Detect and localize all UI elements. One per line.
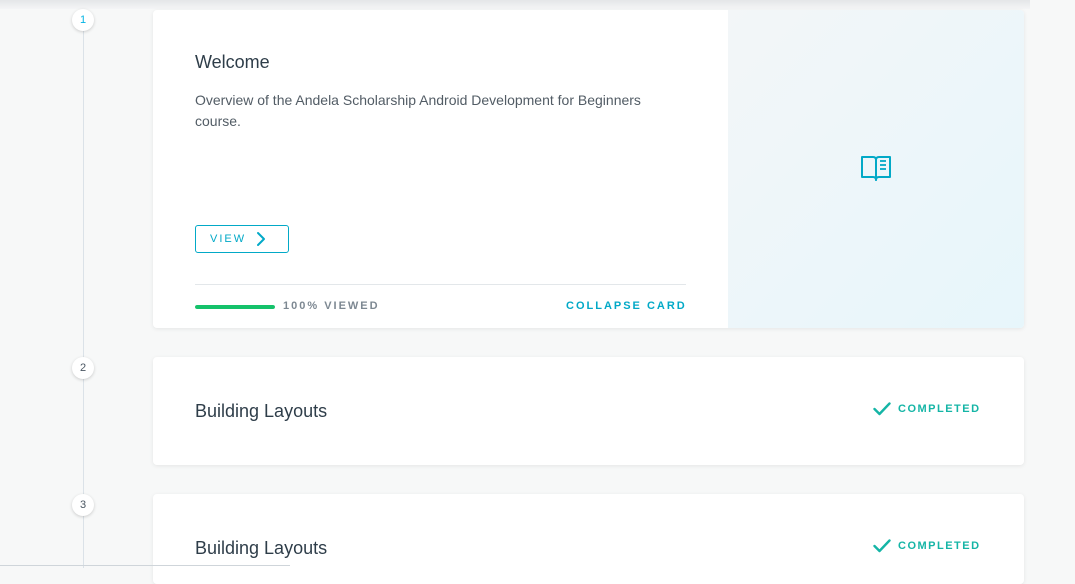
check-icon [873,539,891,553]
completed-label: COMPLETED [898,403,981,415]
card-divider [195,284,686,285]
step-marker-3: 3 [72,494,94,516]
top-header-shadow [0,0,1030,9]
collapse-card-link[interactable]: COLLAPSE CARD [566,300,687,312]
check-icon [873,402,891,416]
lesson-title: Building Layouts [195,538,328,558]
completed-label: COMPLETED [898,540,981,552]
step-marker-1: 1 [72,9,94,31]
step-marker-2: 2 [72,357,94,379]
card-title: Welcome [195,52,270,72]
lesson-title: Building Layouts [195,401,328,421]
chevron-right-icon [257,232,266,246]
progress-bar [195,305,275,309]
bottom-divider [0,565,290,566]
timeline-line [83,20,84,568]
completed-badge: COMPLETED [873,402,981,416]
lesson-card-welcome: Welcome Overview of the Andela Scholarsh… [153,10,1024,328]
view-button[interactable]: VIEW [195,225,289,253]
lesson-card[interactable]: Building Layouts COMPLETED [153,357,1024,465]
view-button-label: VIEW [210,233,247,245]
card-description: Overview of the Andela Scholarship Andro… [195,92,641,129]
progress-bar-fill [195,305,275,309]
lesson-card[interactable]: Building Layouts COMPLETED [153,494,1024,584]
completed-badge: COMPLETED [873,539,981,553]
progress-text: 100% VIEWED [283,300,380,312]
card-illustration-panel [728,10,1024,328]
book-icon [861,156,891,181]
